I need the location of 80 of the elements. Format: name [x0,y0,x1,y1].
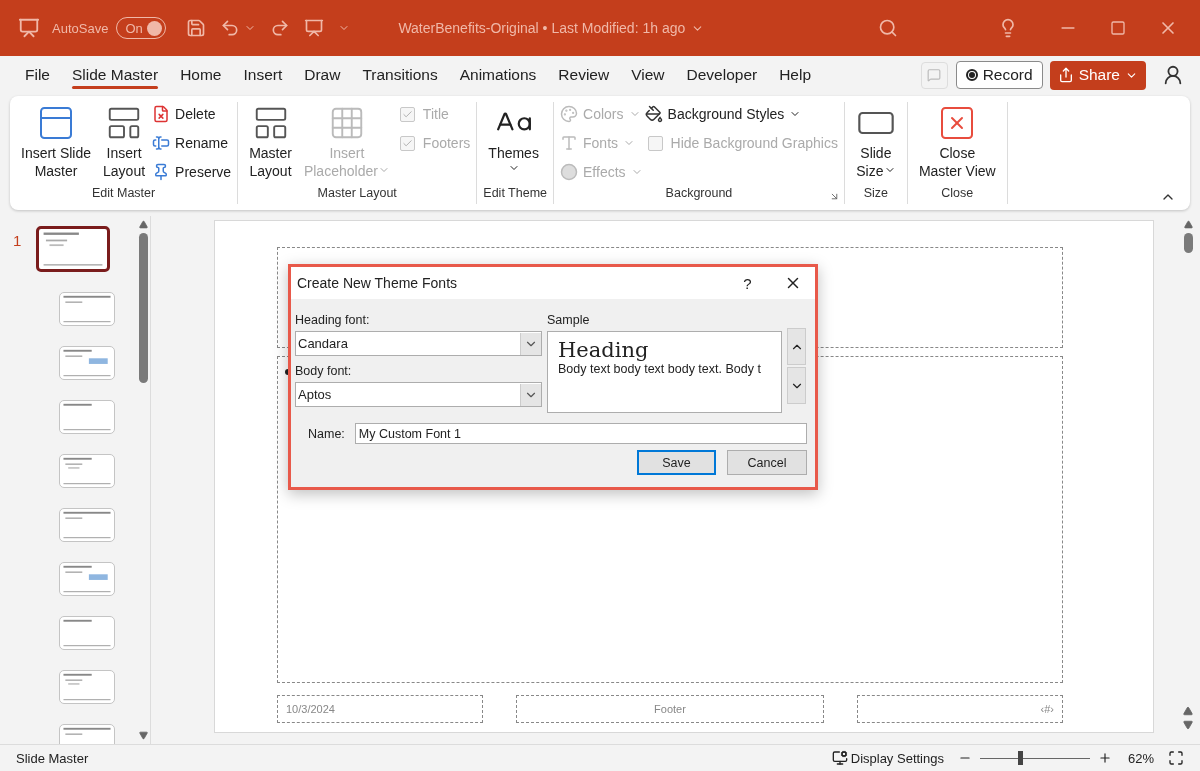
rename-icon [152,134,171,152]
scrollbar-thumb[interactable] [139,233,148,383]
slide-thumbnail[interactable] [35,226,110,272]
paint-bucket-icon [644,105,663,123]
ribbon-button[interactable]: Rename [152,131,232,155]
view-mode-label: Slide Master [16,750,89,766]
record-button[interactable]: Record [955,61,1043,89]
scroll-down-button[interactable] [787,367,806,404]
redo-icon[interactable] [270,18,291,38]
ribbon-button[interactable]: Preserve [152,160,232,184]
display-settings-button[interactable]: Display Settings [831,750,944,766]
search-icon[interactable] [878,18,898,38]
share-button[interactable]: Share [1049,60,1146,90]
effects-icon [560,163,579,181]
menu-tab[interactable]: Animations [448,56,548,94]
maximize-icon[interactable] [1110,20,1126,36]
ribbon-button[interactable]: Themes [483,102,544,176]
body-font-dropdown[interactable]: Aptos [295,382,542,407]
check-icon [401,108,413,120]
date-field[interactable]: 10/3/2024 [277,695,483,723]
field-label: Sample [547,313,591,327]
scroll-up-icon[interactable] [1183,220,1193,229]
share-icon [1057,67,1074,83]
dialog-title: Create New Theme Fonts [297,275,458,291]
palette-icon [560,105,579,123]
menu-tab[interactable]: Draw [293,56,352,94]
ribbon-button[interactable]: Background Styles [644,102,838,126]
menu-tab[interactable]: Help [768,56,823,94]
menu-tab[interactable]: Home [169,56,233,94]
menu-tab[interactable]: Insert [232,56,294,94]
menu-tab[interactable]: View [620,56,676,94]
delete-icon [152,105,171,123]
next-slide-icon[interactable] [1183,720,1193,730]
group-label: Size [863,186,889,202]
heading-font-dropdown[interactable]: Candara [295,331,542,356]
group-label: Master Layout [317,186,397,202]
menu-tab[interactable]: Developer [675,56,769,94]
comment-icon [927,68,942,82]
menu-tab[interactable]: Transitions [351,56,449,94]
name-field[interactable]: My Custom Font 1 [354,423,807,444]
scroll-down-icon[interactable] [139,731,148,740]
zoom-in-icon[interactable] [1097,751,1112,765]
menu-tab[interactable]: File [14,56,61,94]
field-label: Body font: [295,364,353,378]
help-button[interactable]: ? [725,274,770,292]
group-label: Background [665,186,733,202]
ribbon-button[interactable]: Insert Slide Master [16,102,97,182]
coauthor-icon[interactable] [1162,64,1184,86]
sample-heading: Heading [558,338,650,362]
group-label: Edit Theme [483,186,548,202]
field-label: Name: [308,426,345,441]
footer-field[interactable]: Footer [516,695,824,723]
scroll-up-icon[interactable] [139,220,148,229]
menu-tab[interactable]: Review [547,56,621,94]
autosave-label: AutoSave [52,20,109,36]
dialog-button[interactable]: Save [637,450,716,475]
field-label: Heading font: [295,313,371,327]
sample-body-text: Body text body text body text. Body t [558,362,762,376]
group-label: Close [941,186,974,202]
ribbon-button[interactable]: Slide Size [850,102,901,182]
ribbon-button[interactable]: Master Layout [244,102,297,182]
font-icon [560,134,579,152]
ribbon-button[interactable]: Close Master View [913,102,1001,182]
scroll-up-button[interactable] [787,328,806,365]
ribbon-button[interactable]: Insert Layout [98,102,151,182]
check-icon [401,137,413,149]
save-icon[interactable] [186,18,207,38]
ribbon-button[interactable]: Delete [152,102,232,126]
slide-number: 1 [13,232,22,249]
zoom-percent[interactable]: 62% [1127,750,1154,766]
slide-number-field[interactable]: ‹#› [857,695,1063,723]
scrollbar-thumb[interactable] [1183,233,1193,253]
previous-slide-icon[interactable] [1183,706,1193,716]
monitor-gear-icon [831,750,848,766]
dialog-button[interactable]: Cancel [727,450,807,475]
group-label: Edit Master [91,186,156,202]
present-icon[interactable] [304,18,325,38]
app-logo-icon [18,17,40,39]
fit-slide-icon[interactable] [1168,750,1184,766]
menu-tab[interactable]: Slide Master [61,56,170,94]
